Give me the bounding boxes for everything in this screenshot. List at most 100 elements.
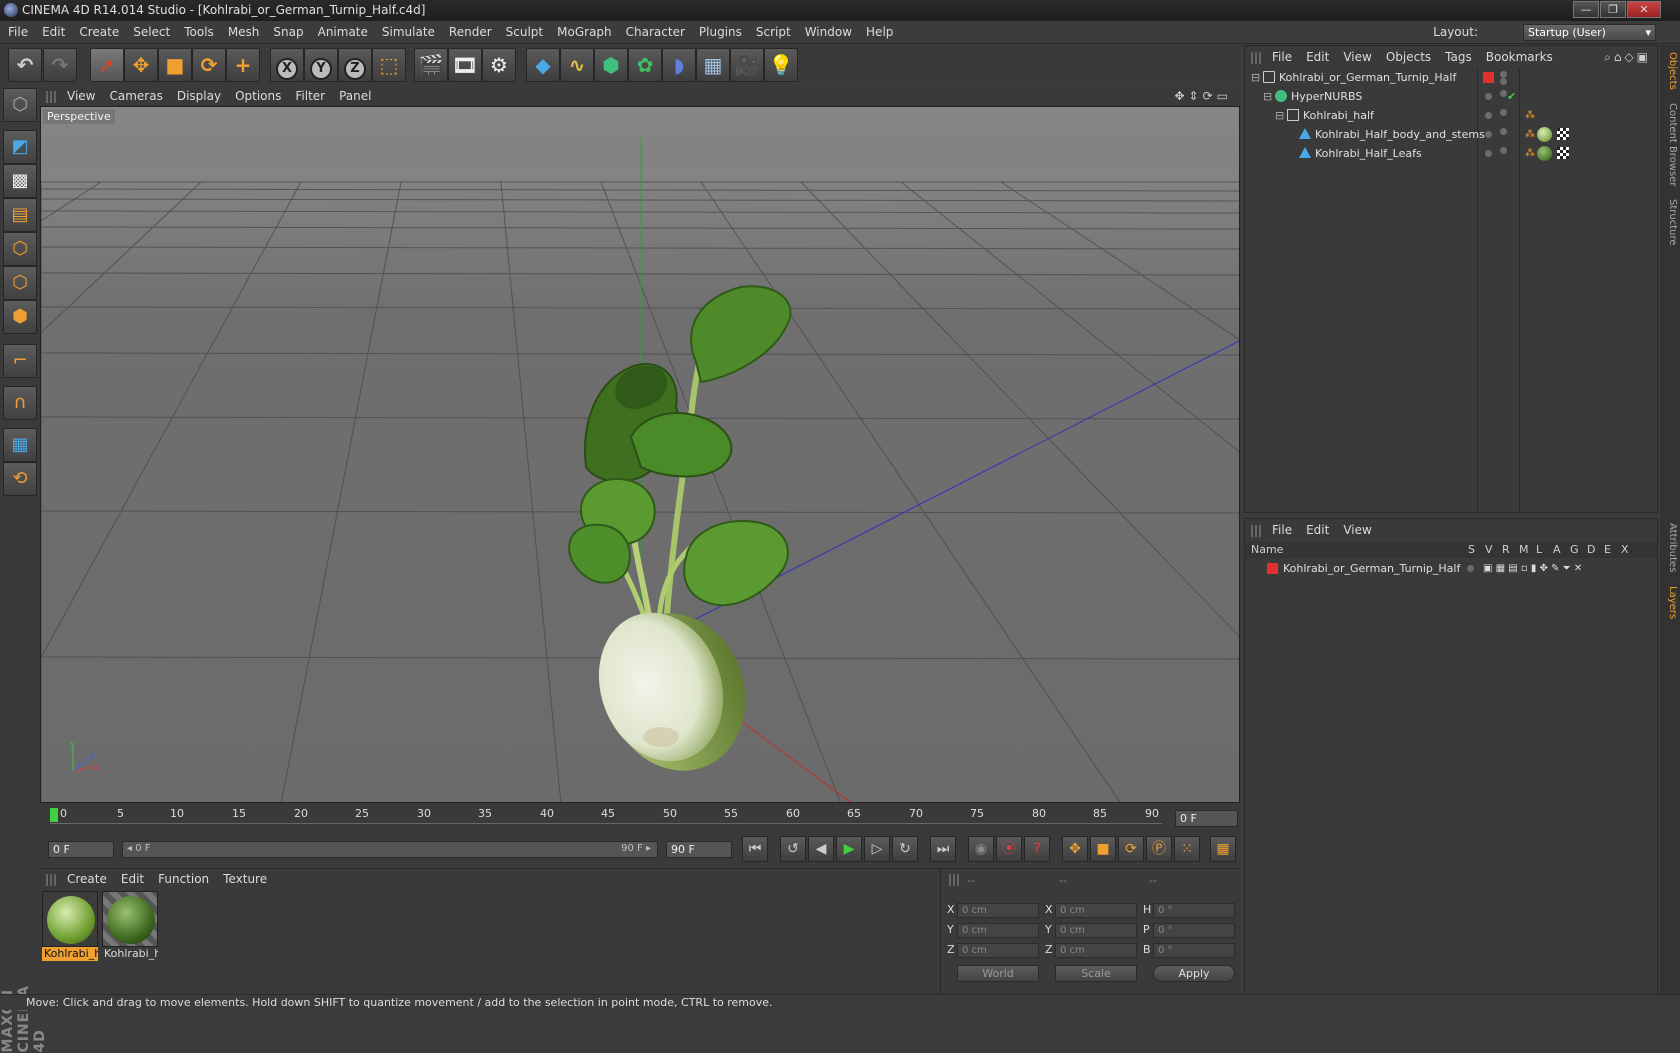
column-solo[interactable]: S [1468, 542, 1475, 558]
material-menu-texture[interactable]: Texture [216, 869, 274, 889]
editor-dot-icon[interactable] [1500, 109, 1507, 116]
render-settings-icon[interactable]: ⚙ [482, 48, 516, 82]
column-manager[interactable]: M [1519, 542, 1529, 558]
layout-dropdown[interactable]: Startup (User) [1523, 24, 1656, 41]
menu-snap[interactable]: Snap [265, 21, 309, 44]
menu-select[interactable]: Select [125, 21, 176, 44]
column-expressions[interactable]: E [1604, 542, 1611, 558]
close-button[interactable]: ✕ [1627, 1, 1661, 18]
menu-create[interactable]: Create [71, 21, 125, 44]
rotation-p-field[interactable]: 0 ° [1153, 923, 1235, 938]
next-frame-icon[interactable]: ▷ [864, 836, 890, 862]
menu-animate[interactable]: Animate [310, 21, 374, 44]
rotation-h-field[interactable]: 0 ° [1153, 903, 1235, 918]
menu-script[interactable]: Script [748, 21, 797, 44]
collapse-toggle-icon[interactable]: ⊟ [1251, 68, 1260, 87]
object-row[interactable]: ⊟ HyperNURBS ✔ [1245, 87, 1657, 106]
column-render[interactable]: R [1502, 542, 1510, 558]
column-name[interactable]: Name [1251, 542, 1283, 558]
y-axis-lock-button[interactable]: Y [304, 48, 338, 82]
viewport-menu-panel[interactable]: Panel [332, 86, 378, 106]
floor-scene-icon[interactable]: ▦ [696, 48, 730, 82]
menu-render[interactable]: Render [441, 21, 498, 44]
edges-mode-icon[interactable]: ⬡ [3, 266, 37, 300]
rotate-tool-icon[interactable]: ⟳ [192, 48, 226, 82]
camera-icon[interactable]: 🎥 [730, 48, 764, 82]
visibility-dot-icon[interactable] [1485, 131, 1492, 138]
apply-button[interactable]: Apply [1153, 965, 1235, 982]
size-z-field[interactable]: 0 cm [1055, 943, 1137, 958]
editor-dot-icon[interactable] [1500, 90, 1507, 97]
object-row[interactable]: Kohlrabi_Half_body_and_stems ⁂ [1245, 125, 1657, 144]
column-generators[interactable]: G [1570, 542, 1579, 558]
layers-menu-view[interactable]: View [1336, 519, 1378, 541]
play-icon[interactable]: ▶ [836, 836, 862, 862]
transform-tool-icon[interactable]: + [226, 48, 260, 82]
tab-content-browser[interactable]: Content Browser [1662, 100, 1678, 190]
points-mode-icon[interactable]: ⬡ [3, 232, 37, 266]
cube-primitive-icon[interactable]: ◆ [526, 48, 560, 82]
texture-mode-icon[interactable]: ▩ [3, 164, 37, 198]
object-row[interactable]: ⊟ Kohlrabi_or_German_Turnip_Half [1245, 68, 1657, 87]
key-scale-icon[interactable]: ■ [1090, 836, 1116, 862]
key-parameter-icon[interactable]: Ⓟ [1146, 836, 1172, 862]
menu-character[interactable]: Character [618, 21, 691, 44]
size-y-field[interactable]: 0 cm [1055, 923, 1137, 938]
undo-icon[interactable]: ↶ [8, 48, 42, 82]
material-menu-create[interactable]: Create [60, 869, 114, 889]
layers-menu-edit[interactable]: Edit [1299, 519, 1336, 541]
visibility-dot-icon[interactable] [1485, 150, 1492, 157]
key-rotation-icon[interactable]: ⟳ [1118, 836, 1144, 862]
model-mode-icon[interactable]: ◩ [3, 130, 37, 164]
material-tag-icon[interactable] [1537, 127, 1552, 142]
material-menu-function[interactable]: Function [151, 869, 216, 889]
go-to-previous-key-icon[interactable]: ↺ [780, 836, 806, 862]
key-position-icon[interactable]: ✥ [1062, 836, 1088, 862]
tab-attributes[interactable]: Attributes [1662, 518, 1678, 578]
collapse-toggle-icon[interactable]: ⊟ [1263, 87, 1272, 106]
visibility-dot-icon[interactable] [1485, 93, 1492, 100]
go-to-next-key-icon[interactable]: ↻ [892, 836, 918, 862]
position-y-field[interactable]: 0 cm [957, 923, 1039, 938]
transform-mode-dropdown[interactable]: Scale [1055, 965, 1137, 982]
layers-menu-file[interactable]: File [1265, 519, 1299, 541]
axis-mode-icon[interactable]: ⌐ [3, 344, 37, 378]
viewport-menu-filter[interactable]: Filter [288, 86, 332, 106]
menu-mograph[interactable]: MoGraph [549, 21, 618, 44]
polygons-mode-icon[interactable]: ⬢ [3, 300, 37, 334]
menu-edit[interactable]: Edit [34, 21, 71, 44]
column-animation[interactable]: A [1553, 542, 1561, 558]
collapse-toggle-icon[interactable]: ⊟ [1275, 106, 1284, 125]
deformer-icon[interactable]: ◗ [662, 48, 696, 82]
rotation-b-field[interactable]: 0 ° [1153, 943, 1235, 958]
array-icon[interactable]: ✿ [628, 48, 662, 82]
tab-layers[interactable]: Layers [1662, 583, 1678, 623]
workplane-lock-icon[interactable]: ⟲ [3, 462, 37, 496]
object-row[interactable]: ⊟ Kohlrabi_half ⁂ [1245, 106, 1657, 125]
position-z-field[interactable]: 0 cm [957, 943, 1039, 958]
material-swatch[interactable]: Kohlrabi_h [42, 891, 98, 963]
tab-structure[interactable]: Structure [1662, 195, 1678, 250]
position-x-field[interactable]: 0 cm [957, 903, 1039, 918]
material-menu-edit[interactable]: Edit [114, 869, 151, 889]
phong-tag-icon[interactable]: ⁂ [1525, 106, 1535, 125]
menu-sculpt[interactable]: Sculpt [498, 21, 549, 44]
enabled-check-icon[interactable]: ✔ [1507, 87, 1516, 106]
timeline-window-icon[interactable]: ▦ [1210, 836, 1236, 862]
object-row[interactable]: Kohlrabi_Half_Leafs ⁂ [1245, 144, 1657, 163]
material-swatch[interactable]: Kohlrabi_h [102, 891, 158, 963]
menu-mesh[interactable]: Mesh [220, 21, 266, 44]
render-picture-viewer-icon[interactable]: 🎞 [448, 48, 482, 82]
live-selection-icon[interactable]: ➚ [90, 48, 124, 82]
scale-tool-icon[interactable]: ■ [158, 48, 192, 82]
material-tag-icon[interactable] [1537, 146, 1552, 161]
layer-color-swatch[interactable] [1267, 563, 1278, 574]
workplane-mode-icon[interactable]: ▤ [3, 198, 37, 232]
search-icon[interactable]: ⌕⌂◇▣ [1604, 46, 1651, 68]
size-x-field[interactable]: 0 cm [1055, 903, 1137, 918]
tab-objects[interactable]: Objects [1662, 51, 1678, 91]
timeline-ruler[interactable]: 0 5 10 15 20 25 30 35 40 45 50 55 60 65 … [40, 805, 1240, 832]
playhead[interactable] [50, 808, 58, 822]
perspective-viewport[interactable]: Perspective y x z [40, 106, 1240, 803]
render-dot-icon[interactable] [1500, 78, 1507, 85]
